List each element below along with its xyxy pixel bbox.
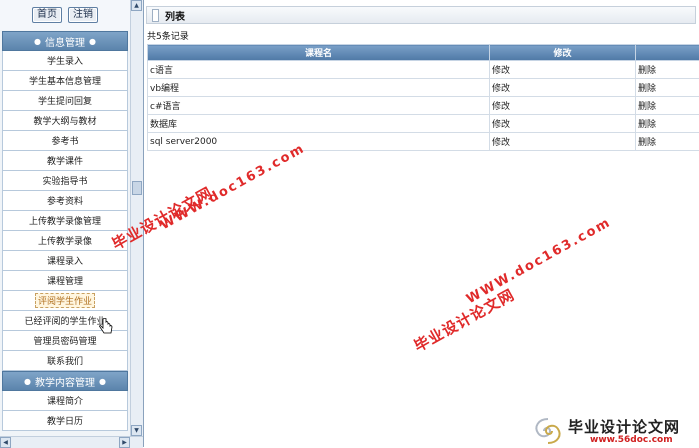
course-name-cell: c#语言 <box>148 97 490 115</box>
delete-link[interactable]: 删除 <box>636 79 699 97</box>
sidebar-item-course-entry[interactable]: 课程录入 <box>2 251 128 271</box>
sidebar-item-question-reply[interactable]: 学生提问回复 <box>2 91 128 111</box>
delete-link[interactable]: 删除 <box>636 133 699 151</box>
scroll-right-icon[interactable]: ▶ <box>119 437 130 448</box>
edit-link[interactable]: 修改 <box>490 133 636 151</box>
table-row: vb编程 修改 删除 <box>148 79 699 97</box>
course-name-cell: c语言 <box>148 61 490 79</box>
column-header-course-name: 课程名 <box>148 45 490 61</box>
delete-link[interactable]: 删除 <box>636 61 699 79</box>
course-name-cell: sql server2000 <box>148 133 490 151</box>
sidebar-item-contact-us[interactable]: 联系我们 <box>2 351 128 371</box>
sidebar-item-student-info[interactable]: 学生基本信息管理 <box>2 71 128 91</box>
left-navigation-frame: 首页 注销 ● 信息管理 ● 学生录入 学生基本信息管理 学生提问回复 教学大纲… <box>0 0 144 447</box>
table-header-row: 课程名 修改 <box>148 45 699 61</box>
scroll-up-icon[interactable]: ▲ <box>131 0 142 11</box>
scrollbar-thumb[interactable] <box>132 181 142 195</box>
horizontal-scrollbar[interactable]: ◀ ▶ <box>0 436 143 448</box>
scroll-left-icon[interactable]: ◀ <box>0 437 11 448</box>
edit-link[interactable]: 修改 <box>490 115 636 133</box>
hand-cursor-icon <box>98 318 114 338</box>
bullet-icon: ● <box>24 377 31 386</box>
logo-text: 毕业设计论文网 <box>568 416 680 437</box>
table-row: c#语言 修改 删除 <box>148 97 699 115</box>
section-title: 信息管理 <box>45 34 85 49</box>
scroll-down-icon[interactable]: ▼ <box>131 425 142 436</box>
course-name-cell: vb编程 <box>148 79 490 97</box>
section-header-info-management[interactable]: ● 信息管理 ● <box>2 31 128 51</box>
top-button-bar: 首页 注销 <box>0 0 130 30</box>
panel-tab-icon <box>152 9 159 22</box>
sidebar-item-reference-books[interactable]: 参考书 <box>2 131 128 151</box>
home-button[interactable]: 首页 <box>32 7 62 23</box>
section-header-teaching-content[interactable]: ● 教学内容管理 ● <box>2 371 128 391</box>
bullet-icon: ● <box>89 37 96 46</box>
sidebar-item-grade-homework[interactable]: 评阅学生作业 <box>2 291 128 311</box>
delete-link[interactable]: 删除 <box>636 115 699 133</box>
site-logo: 毕业设计论文网 www.56doc.com <box>528 414 699 447</box>
edit-link[interactable]: 修改 <box>490 79 636 97</box>
content-frame: 列表 共5条记录 课程名 修改 c语言 修改 删除 vb编程 修改 删除 c#语… <box>144 0 699 447</box>
bullet-icon: ● <box>34 37 41 46</box>
edit-link[interactable]: 修改 <box>490 61 636 79</box>
panel-title: 列表 <box>165 8 185 23</box>
sidebar-item-course-management[interactable]: 课程管理 <box>2 271 128 291</box>
sidebar-item-student-entry[interactable]: 学生录入 <box>2 51 128 71</box>
course-name-cell: 数据库 <box>148 115 490 133</box>
delete-link[interactable]: 删除 <box>636 97 699 115</box>
sidebar-item-reference-materials[interactable]: 参考资料 <box>2 191 128 211</box>
sidebar-item-lab-guide[interactable]: 实验指导书 <box>2 171 128 191</box>
column-header-edit: 修改 <box>490 45 636 61</box>
table-row: 数据库 修改 删除 <box>148 115 699 133</box>
record-count: 共5条记录 <box>147 29 189 42</box>
logout-button[interactable]: 注销 <box>68 7 98 23</box>
section-title: 教学内容管理 <box>35 374 95 389</box>
sidebar-item-courseware[interactable]: 教学课件 <box>2 151 128 171</box>
panel-title-bar: 列表 <box>146 6 696 24</box>
sidebar-item-video-upload-management[interactable]: 上传教学录像管理 <box>2 211 128 231</box>
bullet-icon: ● <box>99 377 106 386</box>
sidebar-item-syllabus[interactable]: 教学大纲与教材 <box>2 111 128 131</box>
logo-url: www.56doc.com <box>590 435 673 445</box>
course-list-table: 课程名 修改 c语言 修改 删除 vb编程 修改 删除 c#语言 修改 删除 <box>147 44 699 151</box>
sidebar-item-course-intro[interactable]: 课程简介 <box>2 391 128 411</box>
edit-link[interactable]: 修改 <box>490 97 636 115</box>
column-header-delete <box>636 45 699 61</box>
sidebar-item-teaching-calendar[interactable]: 教学日历 <box>2 411 128 431</box>
table-row: sql server2000 修改 删除 <box>148 133 699 151</box>
table-row: c语言 修改 删除 <box>148 61 699 79</box>
swirl-logo-icon <box>532 417 564 445</box>
